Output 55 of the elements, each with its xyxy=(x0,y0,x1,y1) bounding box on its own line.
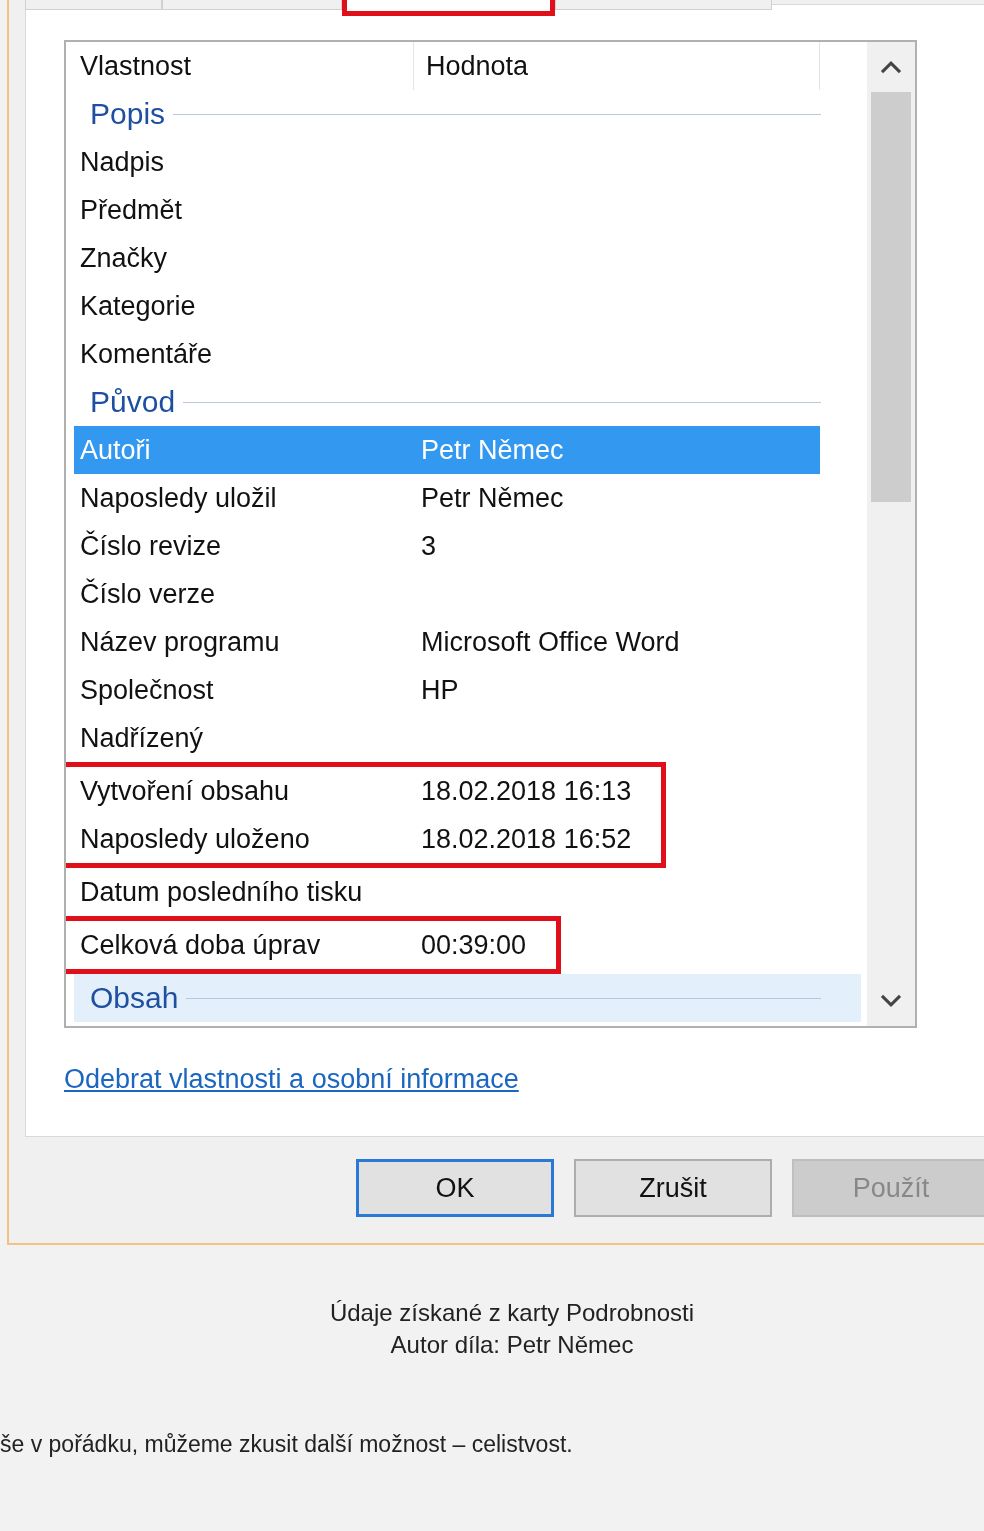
column-header[interactable]: Vlastnost xyxy=(74,42,414,90)
property-row[interactable]: Číslo revize 3 xyxy=(74,522,820,570)
property-row[interactable]: Naposledy uložil Petr Němec xyxy=(74,474,820,522)
column-header[interactable]: Hodnota xyxy=(414,42,820,90)
property-value: Microsoft Office Word xyxy=(421,626,680,658)
property-row[interactable]: Číslo verze xyxy=(74,570,820,618)
dialog-button[interactable]: Zrušit xyxy=(574,1159,772,1217)
property-row[interactable]: Nadřízený xyxy=(74,714,820,762)
scroll-down-icon[interactable] xyxy=(878,992,904,1010)
property-row[interactable]: Datum posledního tisku xyxy=(74,868,820,916)
scrollbar[interactable] xyxy=(867,42,915,1026)
remove-properties-link[interactable]: Odebrat vlastnosti a osobní informace xyxy=(64,1064,519,1095)
property-name: Značky xyxy=(79,242,169,274)
scrollbar-thumb[interactable] xyxy=(871,92,911,502)
image-caption: Autor díla: Petr Němec xyxy=(389,1330,635,1360)
property-value: 00:39:00 xyxy=(421,929,527,961)
property-name: Nadpis xyxy=(79,146,166,178)
property-name: Nadřízený xyxy=(79,722,205,754)
property-name: Číslo revize xyxy=(79,530,223,562)
property-row[interactable]: Vytvoření obsahu 18.02.2018 16:13 xyxy=(74,767,632,815)
property-name: Vytvoření obsahu xyxy=(79,775,291,807)
property-name: Kategorie xyxy=(79,290,197,322)
property-name: Předmět xyxy=(79,194,184,226)
property-value: Petr Němec xyxy=(421,482,564,514)
property-row[interactable]: Nadpis xyxy=(74,138,820,186)
property-row[interactable]: Značky xyxy=(74,234,820,282)
property-value: 18.02.2018 16:52 xyxy=(421,823,632,855)
property-row[interactable]: Název programu Microsoft Office Word xyxy=(74,618,820,666)
property-name: Celková doba úprav xyxy=(79,929,322,961)
property-row[interactable]: Kategorie xyxy=(74,282,820,330)
dialog-button[interactable]: OK xyxy=(356,1159,554,1217)
property-row[interactable]: Celková doba úprav 00:39:00 xyxy=(74,921,527,969)
property-name: Naposledy uloženo xyxy=(79,823,311,855)
property-name: Autoři xyxy=(79,434,152,466)
property-name: Komentáře xyxy=(79,338,214,370)
property-name: Název programu xyxy=(79,626,281,658)
scroll-up-icon[interactable] xyxy=(878,58,904,76)
property-value: Petr Němec xyxy=(421,434,564,466)
property-name: Společnost xyxy=(79,674,215,706)
group-header[interactable]: Původ xyxy=(74,378,861,426)
property-row[interactable]: Předmět xyxy=(74,186,820,234)
body-text: še v pořádku, můžeme zkusit další možnost – celistvost. xyxy=(0,1431,574,1458)
property-row[interactable]: Komentáře xyxy=(74,330,820,378)
property-value: 3 xyxy=(421,530,437,562)
property-name: Datum posledního tisku xyxy=(79,876,364,908)
group-header[interactable]: Obsah xyxy=(74,974,861,1022)
property-value: 18.02.2018 16:13 xyxy=(421,775,632,807)
group-header[interactable]: Popis xyxy=(74,90,861,138)
image-caption: Údaje získané z karty Podrobnosti xyxy=(328,1298,696,1328)
property-row[interactable]: Naposledy uloženo 18.02.2018 16:52 xyxy=(74,815,632,863)
tab[interactable] xyxy=(342,0,555,16)
property-name: Naposledy uložil xyxy=(79,482,278,514)
property-name: Číslo verze xyxy=(79,578,217,610)
property-value: HP xyxy=(421,674,459,706)
property-row[interactable]: Společnost HP xyxy=(74,666,820,714)
